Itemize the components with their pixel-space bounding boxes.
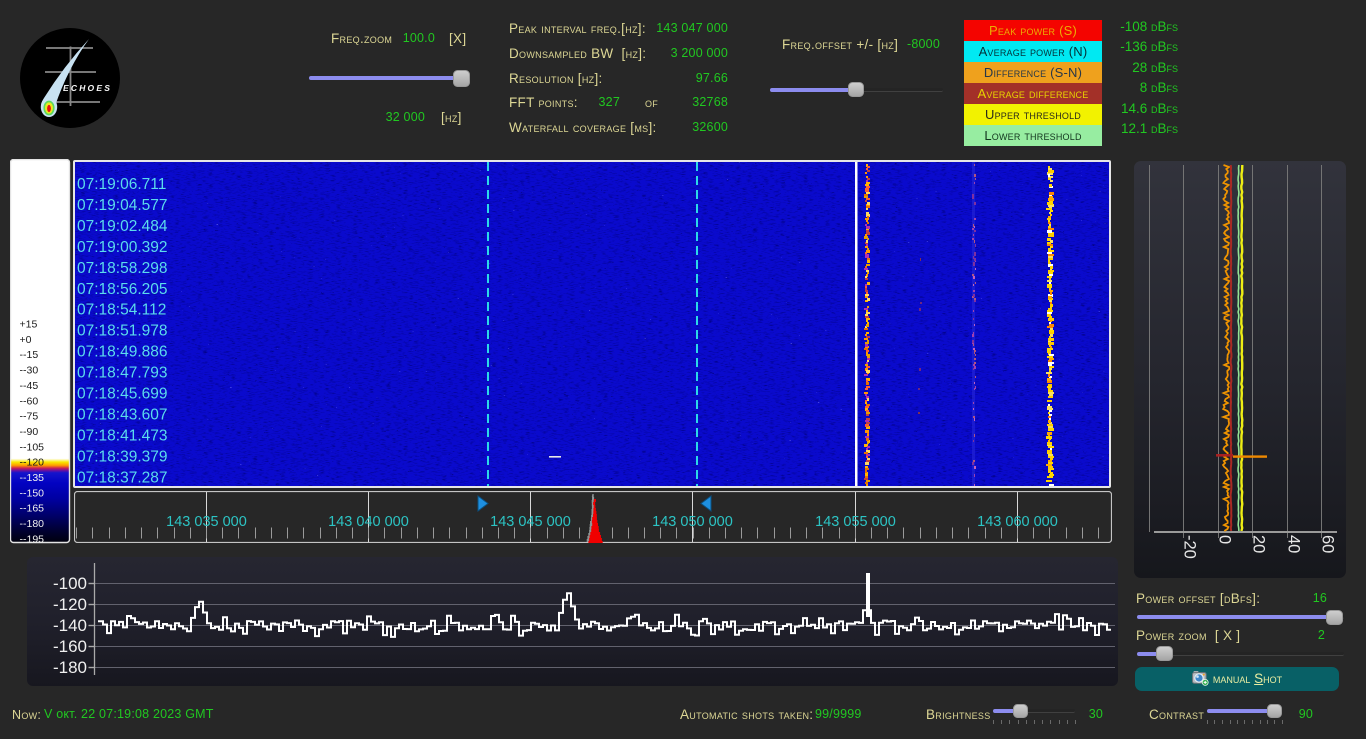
svg-text:60: 60 (1319, 535, 1337, 553)
svg-text:07:19:04.577: 07:19:04.577 (77, 197, 168, 214)
svg-text:--15: --15 (20, 349, 39, 361)
svg-text:07:18:51.978: 07:18:51.978 (77, 323, 168, 340)
svg-text:-140: -140 (53, 616, 87, 635)
svg-text:07:18:37.287: 07:18:37.287 (77, 469, 168, 486)
svg-text:07:18:58.298: 07:18:58.298 (77, 260, 168, 277)
svg-text:--135: --135 (20, 472, 45, 484)
svg-text:--180: --180 (20, 518, 45, 530)
svg-text:--195: --195 (20, 533, 45, 544)
svg-text:--105: --105 (20, 441, 45, 453)
svg-text:07:18:56.205: 07:18:56.205 (77, 281, 168, 298)
svg-text:40: 40 (1285, 535, 1303, 553)
svg-text:07:19:02.484: 07:19:02.484 (77, 218, 168, 235)
svg-text:07:19:00.392: 07:19:00.392 (77, 239, 168, 256)
svg-text:--120: --120 (20, 457, 45, 469)
svg-text:--45: --45 (20, 380, 39, 392)
svg-text:07:19:06.711: 07:19:06.711 (77, 176, 166, 193)
svg-text:--90: --90 (20, 426, 39, 438)
svg-text:+0: +0 (20, 334, 32, 346)
svg-text:-160: -160 (53, 637, 87, 656)
svg-text:07:18:47.793: 07:18:47.793 (77, 365, 168, 382)
svg-text:+15: +15 (20, 319, 38, 331)
svg-text:--30: --30 (20, 365, 39, 377)
svg-text:ECHOES: ECHOES (63, 83, 112, 93)
svg-text:--150: --150 (20, 487, 45, 499)
svg-text:--75: --75 (20, 411, 39, 423)
svg-text:-120: -120 (53, 595, 87, 614)
svg-text:07:18:49.886: 07:18:49.886 (77, 344, 168, 361)
svg-text:07:18:54.112: 07:18:54.112 (77, 302, 166, 319)
svg-text:-100: -100 (53, 574, 87, 593)
svg-text:07:18:39.379: 07:18:39.379 (77, 448, 168, 465)
svg-text:0: 0 (1216, 535, 1234, 544)
svg-text:143 050 000: 143 050 000 (652, 514, 733, 530)
svg-text:07:18:41.473: 07:18:41.473 (77, 427, 168, 444)
svg-text:--165: --165 (20, 503, 45, 515)
svg-text:07:18:45.699: 07:18:45.699 (77, 386, 168, 403)
svg-text:--60: --60 (20, 395, 39, 407)
svg-text:-20: -20 (1181, 535, 1199, 559)
svg-text:20: 20 (1250, 535, 1268, 553)
svg-text:-180: -180 (53, 658, 87, 677)
svg-text:07:18:43.607: 07:18:43.607 (77, 406, 168, 423)
